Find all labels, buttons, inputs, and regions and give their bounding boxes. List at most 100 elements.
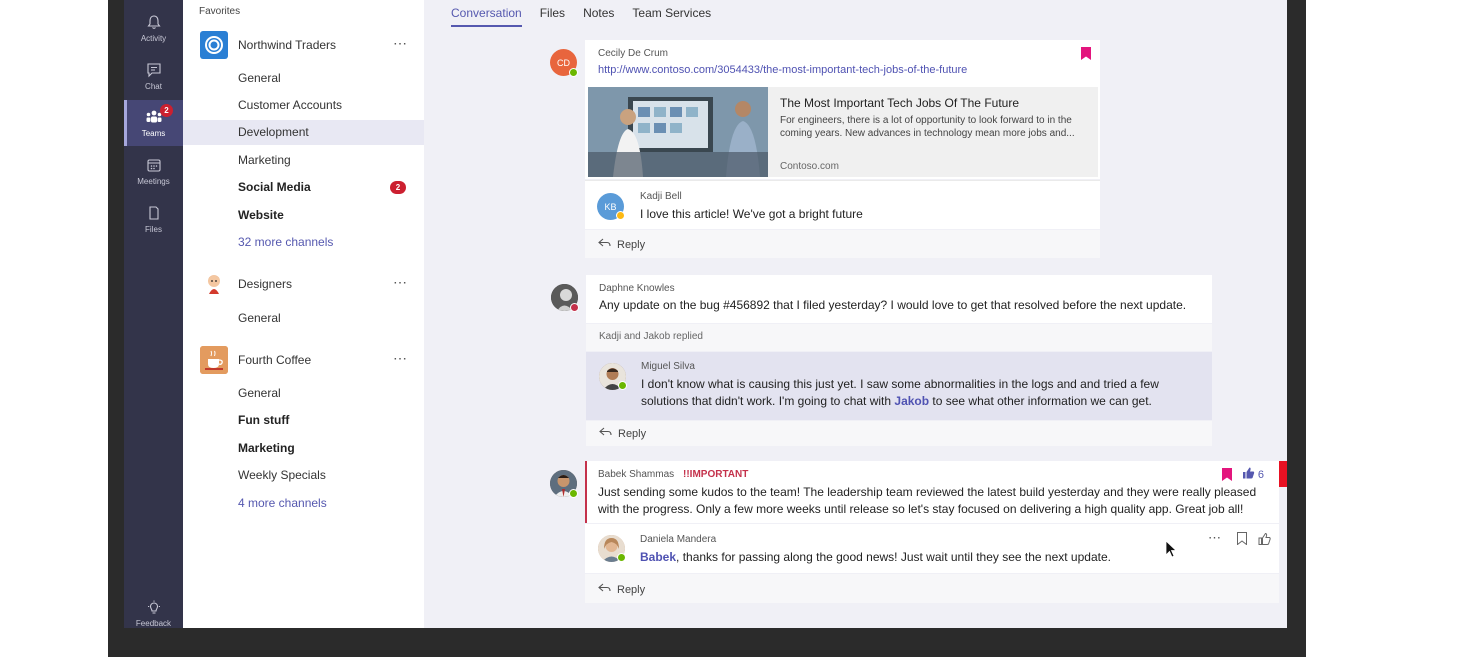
reply-text-part: to see what other information we can get… (929, 394, 1152, 408)
avatar-initials: CD (557, 57, 570, 68)
rail-item-chat[interactable]: Chat (124, 53, 183, 99)
more-options-icon[interactable]: ⋯ (393, 274, 408, 291)
presence-busy-icon (570, 303, 579, 312)
teams-panel: Favorites Northwind Traders ⋯ General Cu… (183, 0, 424, 628)
more-channels-link[interactable]: 32 more channels (183, 230, 424, 255)
channel-website[interactable]: Website (183, 203, 424, 228)
presence-away-icon (616, 211, 625, 220)
rail-label: Activity (140, 34, 167, 43)
message-text: Any update on the bug #456892 that I fil… (599, 298, 1187, 312)
reply-bar: Reply (586, 421, 1212, 446)
team-name: Northwind Traders (238, 38, 337, 52)
reply-label: Reply (618, 427, 647, 440)
channel-fun-stuff[interactable]: Fun stuff (183, 408, 424, 433)
preview-title: The Most Important Tech Jobs Of The Futu… (780, 96, 1019, 110)
channel-general[interactable]: General (183, 381, 424, 406)
article-link[interactable]: http://www.contoso.com/3054433/the-most-… (598, 64, 967, 76)
message-card[interactable]: Daphne Knowles Any update on the bug #45… (586, 275, 1212, 323)
more-options-icon[interactable]: ⋯ (1208, 530, 1221, 546)
channel-customer-accounts[interactable]: Customer Accounts (183, 93, 424, 118)
tab-team-services[interactable]: Team Services (632, 6, 711, 27)
reply-author: Daniela Mandera (640, 534, 717, 545)
avatar-initials: KB (604, 201, 617, 212)
conversation-pane: Conversation Files Notes Team Services C… (424, 0, 1287, 628)
reply-text: I don't know what is causing this just y… (641, 376, 1181, 410)
mouse-cursor-icon (1165, 540, 1178, 563)
channel-development[interactable]: Development (183, 120, 424, 145)
rail-item-meetings[interactable]: Meetings (124, 148, 183, 194)
presence-available-icon (618, 381, 627, 390)
reply-button[interactable]: Reply (598, 583, 645, 596)
more-options-icon[interactable]: ⋯ (393, 35, 408, 52)
presence-available-icon (617, 553, 626, 562)
reply-card[interactable]: Miguel Silva I don't know what is causin… (586, 352, 1212, 420)
replied-note: Kadji and Jakob replied (599, 331, 703, 342)
message-card-important[interactable]: Babek Shammas !!IMPORTANT 6 Just sending… (585, 461, 1279, 523)
rail-item-feedback[interactable]: Feedback (124, 596, 183, 628)
teams-window: Activity Chat Teams 2 Meetings Files Fee… (124, 0, 1287, 628)
rail-item-files[interactable]: Files (124, 196, 183, 242)
channel-marketing[interactable]: Marketing (183, 148, 424, 173)
rail-label: Meetings (137, 177, 170, 186)
mention-link[interactable]: Babek (640, 550, 676, 564)
bookmark-icon[interactable] (1081, 47, 1091, 65)
team-name: Designers (238, 277, 293, 291)
presence-available-icon (569, 68, 578, 77)
channel-marketing[interactable]: Marketing (183, 436, 424, 461)
tab-conversation[interactable]: Conversation (451, 6, 522, 27)
team-designers[interactable]: Designers ⋯ (183, 270, 424, 300)
important-label: !!IMPORTANT (683, 469, 749, 480)
rail-item-teams[interactable]: Teams 2 (124, 100, 183, 146)
replies-summary[interactable]: Kadji and Jakob replied (586, 324, 1212, 351)
like-count[interactable]: 6 (1242, 467, 1264, 482)
like-icon (1242, 467, 1255, 482)
bookmark-outline-icon[interactable] (1237, 532, 1247, 550)
important-flag (1279, 461, 1287, 487)
link-preview[interactable]: The Most Important Tech Jobs Of The Futu… (588, 87, 1098, 177)
tab-files[interactable]: Files (540, 6, 565, 27)
reply-text: Babek, thanks for passing along the good… (640, 549, 1111, 566)
reply-arrow-icon (599, 427, 612, 440)
channel-label: Social Media (238, 180, 311, 194)
team-fourth-coffee[interactable]: Fourth Coffee ⋯ (183, 346, 424, 376)
message-card[interactable]: Cecily De Crum http://www.contoso.com/30… (585, 40, 1100, 179)
reply-label: Reply (617, 238, 646, 251)
like-outline-icon[interactable] (1258, 532, 1271, 550)
unread-badge: 2 (390, 181, 406, 194)
favorites-heading: Favorites (199, 6, 241, 17)
rail-label: Chat (145, 82, 162, 91)
reply-bar: Reply (585, 230, 1100, 258)
tab-notes[interactable]: Notes (583, 6, 614, 27)
reply-bar: Reply (585, 574, 1279, 603)
reply-button[interactable]: Reply (598, 238, 645, 251)
channel-weekly-specials[interactable]: Weekly Specials (183, 463, 424, 488)
preview-image (588, 87, 768, 177)
channel-general[interactable]: General (183, 306, 424, 331)
reply-card[interactable]: KB Kadji Bell I love this article! We've… (585, 180, 1100, 229)
channel-general[interactable]: General (183, 66, 424, 91)
reply-author: Kadji Bell (640, 191, 682, 202)
message-author: Cecily De Crum (598, 48, 669, 59)
message-text: Just sending some kudos to the team! The… (598, 485, 1257, 516)
team-northwind-traders[interactable]: Northwind Traders ⋯ (183, 31, 424, 61)
calendar-icon (145, 156, 163, 174)
message-author: Babek Shammas (598, 469, 675, 480)
mention-link[interactable]: Jakob (894, 394, 929, 408)
message-author: Daphne Knowles (599, 283, 675, 294)
more-options-icon[interactable]: ⋯ (393, 350, 408, 367)
reply-button[interactable]: Reply (599, 427, 646, 440)
channel-tabs: Conversation Files Notes Team Services (451, 6, 711, 27)
reply-author: Miguel Silva (641, 361, 695, 372)
preview-source: Contoso.com (780, 161, 839, 172)
reply-text: I love this article! We've got a bright … (640, 207, 863, 221)
rail-item-activity[interactable]: Activity (124, 5, 183, 51)
more-channels-link[interactable]: 4 more channels (183, 491, 424, 516)
team-logo (200, 31, 228, 59)
team-logo (200, 346, 228, 374)
lightbulb-icon (145, 600, 163, 616)
reply-label: Reply (617, 583, 646, 596)
notification-badge: 2 (160, 104, 173, 117)
chat-icon (145, 61, 163, 79)
app-rail: Activity Chat Teams 2 Meetings Files Fee… (124, 0, 183, 628)
channel-social-media[interactable]: Social Media 2 (183, 175, 424, 200)
